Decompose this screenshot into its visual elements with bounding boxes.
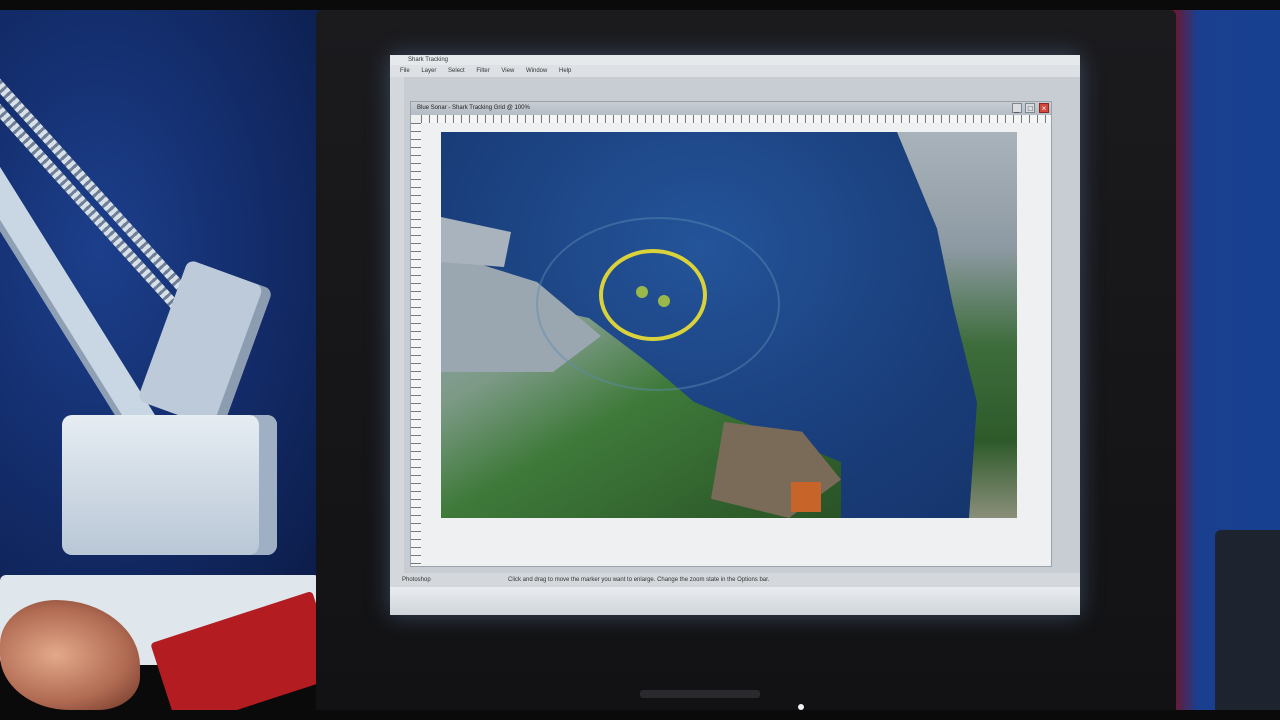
document-titlebar[interactable]: Blue Sonar - Shark Tracking Grid @ 100% … (411, 102, 1051, 115)
menu-filter[interactable]: Filter (476, 65, 489, 77)
side-device (1215, 530, 1280, 710)
horizontal-ruler (421, 115, 1051, 123)
status-app-label: Photoshop (402, 577, 431, 583)
monitor-screen: Shark Tracking File Layer Select Filter … (390, 55, 1080, 615)
pier-area (441, 217, 511, 267)
scene: Shark Tracking File Layer Select Filter … (0, 0, 1280, 720)
menu-help[interactable]: Help (559, 65, 571, 77)
target-marker[interactable] (658, 295, 670, 307)
salt-pond-orange (791, 482, 821, 512)
status-bar: Photoshop Click and drag to move the mar… (390, 573, 1080, 587)
menu-select[interactable]: Select (448, 65, 465, 77)
app-titlebar: Shark Tracking (390, 55, 1080, 65)
menu-file[interactable]: File (400, 65, 410, 77)
letterbox-bottom (0, 710, 1280, 720)
screen-bottom-area (390, 587, 1080, 615)
status-hint: Click and drag to move the marker you wa… (508, 577, 770, 583)
desk-lamp-head (62, 415, 277, 555)
letterbox-top (0, 0, 1280, 10)
toolbox-panel[interactable] (390, 77, 404, 577)
menu-view[interactable]: View (501, 65, 514, 77)
menu-layer[interactable]: Layer (421, 65, 436, 77)
target-ring[interactable] (599, 249, 707, 341)
vertical-ruler (411, 123, 421, 566)
land-east (897, 132, 1017, 518)
window-controls: _ □ × (1010, 103, 1049, 114)
document-title: Blue Sonar - Shark Tracking Grid @ 100% (417, 105, 530, 111)
document-window: Blue Sonar - Shark Tracking Grid @ 100% … (410, 101, 1052, 567)
target-marker[interactable] (636, 286, 648, 298)
satellite-map[interactable] (441, 132, 1017, 518)
monitor-brand-label (640, 690, 760, 698)
menu-window[interactable]: Window (526, 65, 547, 77)
close-button[interactable]: × (1039, 103, 1049, 113)
minimize-button[interactable]: _ (1011, 103, 1022, 113)
maximize-button[interactable]: □ (1025, 103, 1036, 113)
app-menubar: File Layer Select Filter View Window Hel… (390, 65, 1080, 77)
